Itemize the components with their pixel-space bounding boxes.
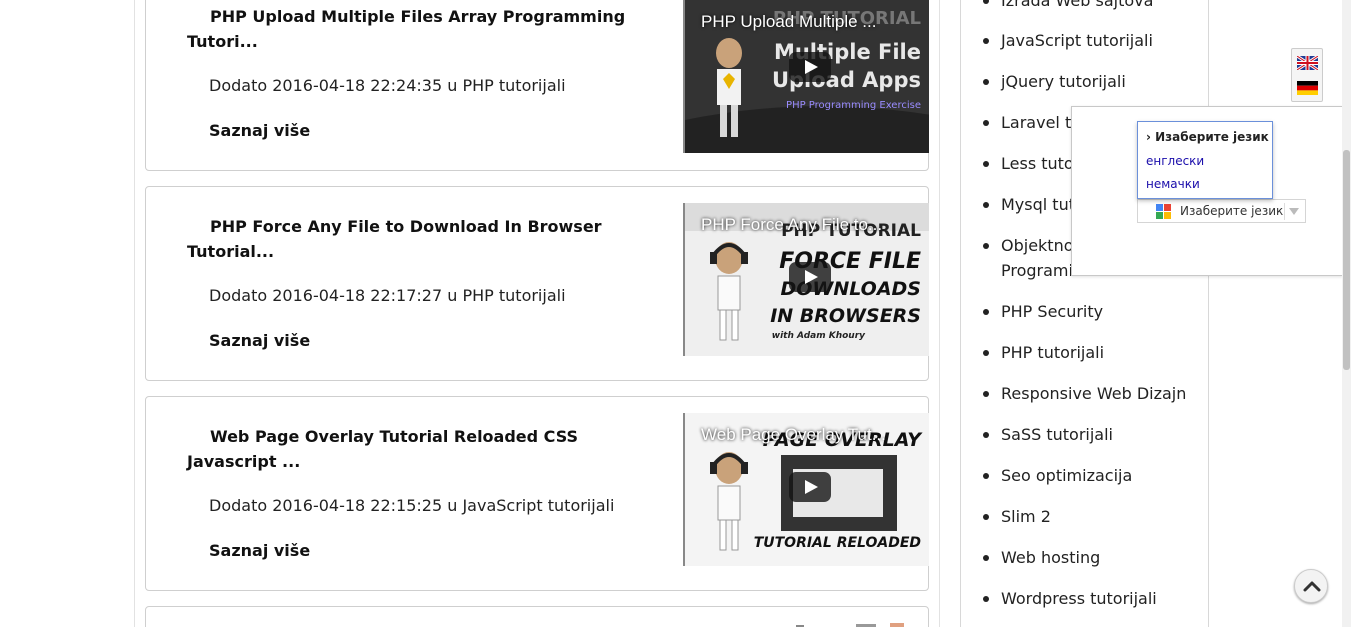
language-option-english[interactable]: енглески [1146,154,1204,168]
video-thumbnail[interactable]: PAGE OVERLAY TUTORIAL RELOADED Web Page … [683,413,929,566]
bullet-icon [983,38,989,44]
back-to-top-button[interactable] [1294,569,1328,603]
category-link[interactable]: PHP tutorijali [1001,342,1104,364]
bullet-icon [983,432,989,438]
bullet-icon [983,350,989,356]
category-link[interactable]: Objektno [1001,235,1074,257]
video-title: PHP Upload Multiple ... [701,12,877,31]
category-link[interactable]: SaSS tutorijali [1001,424,1113,446]
uk-flag-icon[interactable] [1297,56,1318,70]
language-select-label: Изаберите језик [1180,204,1284,218]
bullet-icon [983,120,989,126]
chevron-up-icon [1303,581,1321,592]
german-flag-icon[interactable] [1297,81,1318,95]
language-select[interactable]: Изаберите језик [1137,199,1306,223]
category-link[interactable]: Wordpress tutorijali [1001,588,1157,610]
category-link[interactable]: Laravel tu [1001,112,1081,134]
post-meta: Dodato 2016-04-18 22:15:25 u JavaScript … [209,496,615,515]
dropdown-arrow-icon [1289,208,1299,215]
read-more-link[interactable]: Saznaj više [209,331,310,350]
bullet-icon [983,391,989,397]
categories-sidebar: Izrada Web sajtova JavaScript tutorijali… [960,0,1209,627]
category-link[interactable]: Programi [1001,260,1073,282]
bullet-icon [983,514,989,520]
play-icon[interactable] [789,472,831,502]
bullet-icon [983,243,989,249]
category-link[interactable]: Izrada Web sajtova [1001,0,1153,12]
bullet-icon [983,0,989,4]
post-title[interactable]: Web Page Overlay Tutorial Reloaded CSS J… [187,424,627,474]
category-link[interactable]: Web hosting [1001,547,1100,569]
category-link[interactable]: Responsive Web Dizajn [1001,383,1186,405]
scrollbar-thumb[interactable] [1343,150,1350,370]
category-link[interactable]: jQuery tutorijali [1001,71,1126,93]
bullet-icon [983,596,989,602]
post-meta: Dodato 2016-04-18 22:24:35 u PHP tutorij… [209,76,566,95]
mascot-figure [710,242,748,341]
post-card: PHP Force Any File to Download In Browse… [145,186,929,381]
read-more-link[interactable]: Saznaj više [209,121,310,140]
video-thumbnail[interactable]: PHP TUTORIAL Multiple File Upload Apps P… [683,0,929,153]
thumb-text: PHP Programming Exercise [786,100,921,111]
category-link[interactable]: Mysql tut [1001,194,1075,216]
thumb-text: TUTORIAL RELOADED [753,535,921,551]
page-scrollbar[interactable] [1342,0,1351,627]
language-menu: › Изаберите језик енглески немачки [1137,121,1273,199]
language-menu-header: › Изаберите језик [1146,130,1269,144]
play-icon[interactable] [789,52,831,82]
post-card: Web Page Overlay Tutorial Reloaded CSS J… [145,396,929,591]
language-flags [1291,48,1323,102]
play-icon[interactable] [789,262,831,292]
category-link[interactable]: Slim 2 [1001,506,1051,528]
language-option-german[interactable]: немачки [1146,177,1200,191]
post-title[interactable]: PHP Force Any File to Download In Browse… [187,214,627,264]
thumb-text: with Adam Khoury [771,331,865,341]
bullet-icon [983,161,989,167]
bullet-icon [983,555,989,561]
bullet-icon [983,473,989,479]
mascot-figure [710,452,748,551]
category-link[interactable]: PHP Security [1001,301,1103,323]
mascot-figure [716,38,742,137]
video-thumbnail[interactable]: PHP TUTORIAL FORCE FILE DOWNLOADS IN BRO… [683,203,929,356]
category-link[interactable]: Seo optimizacija [1001,465,1132,487]
post-card: PHP Upload Multiple Files Array Programm… [145,0,929,171]
bullet-icon [983,79,989,85]
category-link[interactable]: Less tuto [1001,153,1074,175]
video-title: Web Page Overlay Tut... [701,425,886,444]
google-icon [1156,204,1171,219]
category-link[interactable]: JavaScript tutorijali [1001,30,1153,52]
read-more-link[interactable]: Saznaj više [209,541,310,560]
thumbnail-art [796,623,904,627]
post-title[interactable]: PHP Upload Multiple Files Array Programm… [187,4,627,54]
thumb-text: IN BROWSERS [770,305,921,327]
video-title: PHP Force Any File to... [701,215,883,234]
bullet-icon [983,202,989,208]
post-meta: Dodato 2016-04-18 22:17:27 u PHP tutorij… [209,286,566,305]
bullet-icon [983,309,989,315]
divider [1284,203,1285,220]
post-card [145,606,929,627]
page: PHP Upload Multiple Files Array Programm… [0,0,1351,627]
